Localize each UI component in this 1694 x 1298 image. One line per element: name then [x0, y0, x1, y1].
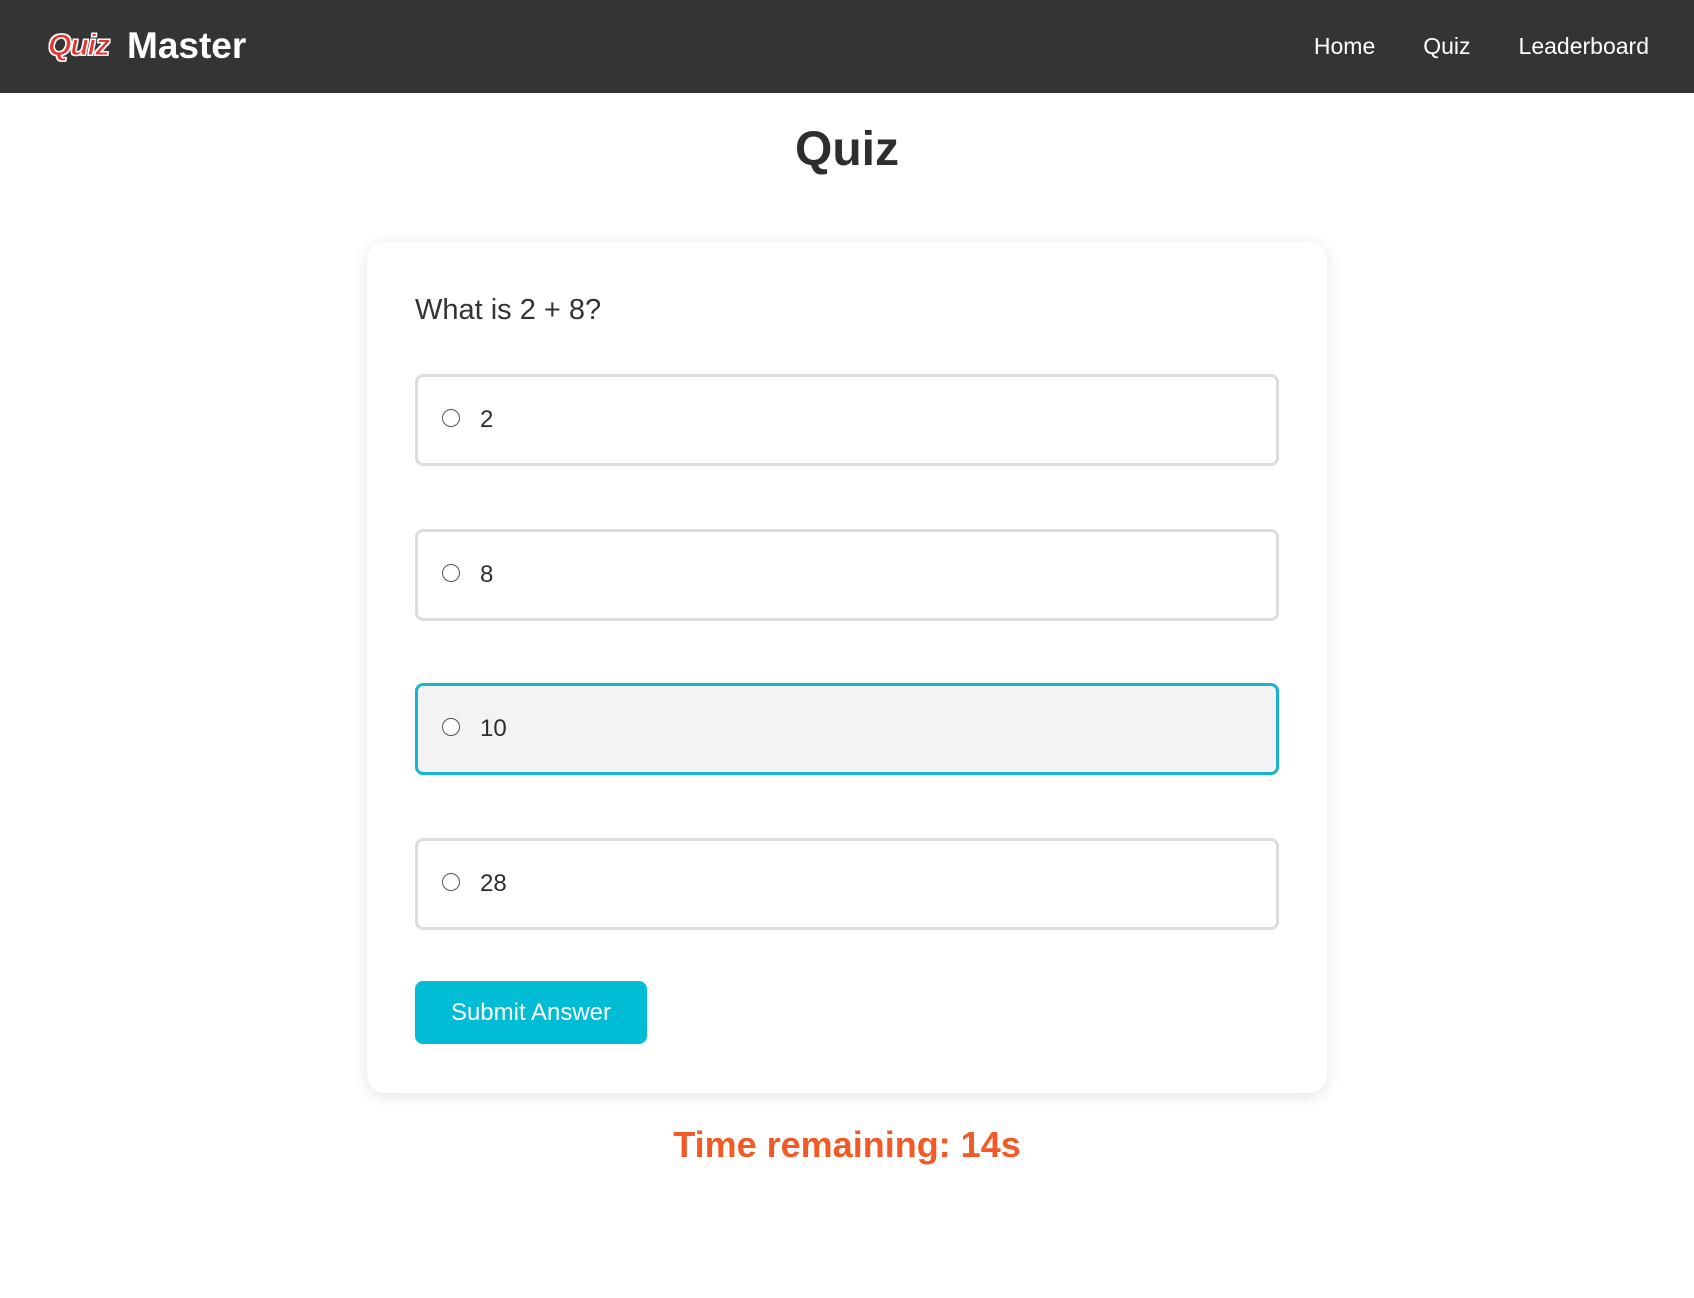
nav-link-leaderboard[interactable]: Leaderboard: [1519, 33, 1649, 60]
radio-button[interactable]: [442, 873, 460, 891]
answer-option-label: 28: [480, 870, 507, 897]
answer-option-label: 8: [480, 561, 494, 588]
page-title: Quiz: [795, 123, 899, 176]
nav-links: Home Quiz Leaderboard: [1314, 0, 1694, 93]
answer-option[interactable]: 2: [415, 374, 1279, 466]
time-remaining: Time remaining: 14s: [673, 1124, 1021, 1165]
answer-option-label: 10: [480, 715, 507, 742]
nav-link-home[interactable]: Home: [1314, 33, 1375, 60]
answer-option[interactable]: 10: [415, 683, 1279, 775]
quiz-card: What is 2 + 8? 2 8 10 28 Submit Answer: [367, 242, 1327, 1093]
radio-button[interactable]: [442, 409, 460, 427]
nav-link-quiz[interactable]: Quiz: [1423, 33, 1470, 60]
answer-option[interactable]: 28: [415, 838, 1279, 930]
submit-answer-button[interactable]: Submit Answer: [415, 981, 647, 1044]
quiz-logo: Quiz: [48, 29, 111, 63]
radio-button[interactable]: [442, 718, 460, 736]
radio-button[interactable]: [442, 564, 460, 582]
answer-option[interactable]: 8: [415, 529, 1279, 621]
answer-option-label: 2: [480, 406, 494, 433]
brand[interactable]: Quiz Master: [48, 18, 247, 74]
navbar: Quiz Master Home Quiz Leaderboard: [0, 0, 1694, 93]
question-text: What is 2 + 8?: [415, 294, 602, 326]
brand-name: Master: [127, 25, 247, 66]
